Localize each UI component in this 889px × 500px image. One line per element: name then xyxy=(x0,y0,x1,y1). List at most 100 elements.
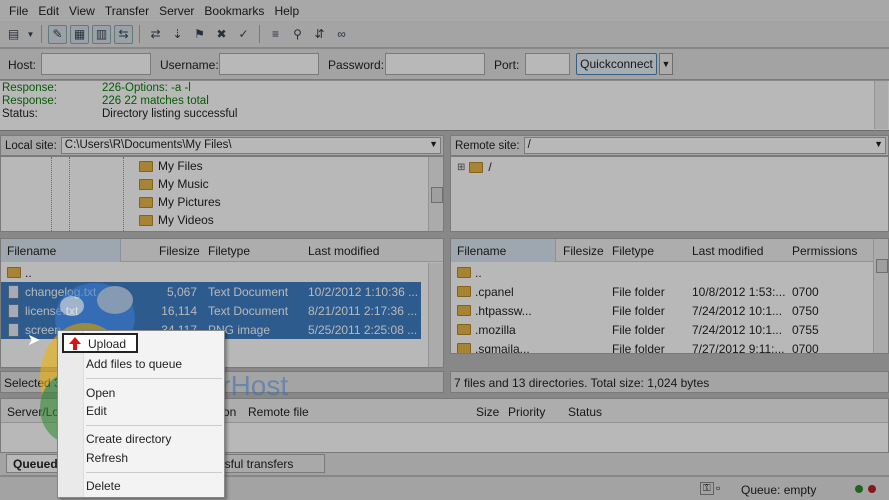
toolbar-divider xyxy=(139,25,140,43)
cancel-icon[interactable]: ⚑ xyxy=(190,25,209,44)
context-menu-gutter xyxy=(58,331,84,497)
menu-transfer[interactable]: Transfer xyxy=(100,4,154,18)
directory-listing-filters-icon[interactable]: ≡ xyxy=(266,25,285,44)
cell-last-modified: 7/24/2012 10:1... xyxy=(692,323,783,337)
port-label: Port: xyxy=(494,58,520,72)
table-row[interactable]: .. xyxy=(1,263,421,282)
toggle-queue-icon[interactable]: ⇆ xyxy=(114,24,133,44)
compare-directories-icon[interactable]: ⚲ xyxy=(288,25,307,44)
password-input[interactable] xyxy=(385,53,485,75)
table-row[interactable]: .htpassw... File folder 7/24/2012 10:1..… xyxy=(451,301,871,320)
search-files-icon[interactable]: ∞ xyxy=(332,25,351,44)
column-priority[interactable]: Priority xyxy=(508,405,545,419)
cell-filename: changelog.txt xyxy=(25,285,97,299)
host-input[interactable] xyxy=(41,53,151,75)
synchronized-browsing-icon[interactable]: ⇵ xyxy=(310,25,329,44)
quickconnect-dropdown-icon[interactable]: ▼ xyxy=(659,53,673,75)
context-upload-item[interactable]: Upload xyxy=(62,333,138,353)
tree-item-label: My Videos xyxy=(158,213,214,227)
remote-status-text: 7 files and 13 directories. Total size: … xyxy=(454,376,710,390)
log-scrollbar[interactable] xyxy=(874,81,888,129)
context-edit-item[interactable]: Edit xyxy=(86,404,107,418)
activity-led-icon xyxy=(868,485,876,493)
tab-queued-files[interactable]: Queued xyxy=(6,454,65,473)
column-filetype[interactable]: Filetype xyxy=(208,244,250,258)
column-remote-file[interactable]: Remote file xyxy=(248,405,309,419)
local-list-scrollbar[interactable] xyxy=(428,263,443,367)
column-filename[interactable]: Filename xyxy=(7,244,56,258)
disconnect-icon[interactable]: ✖ xyxy=(212,25,231,44)
menu-bookmarks[interactable]: Bookmarks xyxy=(199,4,269,18)
tree-item[interactable]: My Music xyxy=(139,175,209,193)
menu-server[interactable]: Server xyxy=(154,4,199,18)
scrollbar-thumb[interactable] xyxy=(876,259,888,273)
log-key: Response: xyxy=(2,95,57,107)
process-queue-icon[interactable]: ⇣ xyxy=(168,25,187,44)
table-row[interactable]: .sqmaila... File folder 7/27/2012 9:11:.… xyxy=(451,339,871,353)
username-input[interactable] xyxy=(219,53,319,75)
local-path-input[interactable]: C:\Users\R\Documents\My Files\ ▼ xyxy=(60,137,441,154)
folder-icon xyxy=(139,178,153,190)
folder-icon xyxy=(469,161,484,173)
expand-icon[interactable]: ⊞ xyxy=(457,162,465,173)
tree-item[interactable]: My Pictures xyxy=(139,193,221,211)
port-input[interactable] xyxy=(525,53,570,75)
folder-icon xyxy=(139,160,153,172)
column-status[interactable]: Status xyxy=(568,405,602,419)
column-server-local-file[interactable]: Server/Lo xyxy=(7,405,59,419)
cell-permissions: 0750 xyxy=(792,304,819,318)
toggle-remote-tree-icon[interactable]: ▥ xyxy=(92,24,111,44)
upload-label: Upload xyxy=(88,337,127,351)
reconnect-icon[interactable]: ✓ xyxy=(234,25,253,44)
scrollbar-thumb[interactable] xyxy=(431,187,443,203)
column-filesize[interactable]: Filesize xyxy=(563,244,604,258)
table-row[interactable]: changelog.txt 5,067 Text Document 10/2/2… xyxy=(1,282,421,301)
chevron-down-icon[interactable]: ▼ xyxy=(429,139,438,149)
menu-file[interactable]: File xyxy=(4,4,33,18)
column-direction[interactable]: on xyxy=(223,405,236,419)
local-tree-scrollbar[interactable] xyxy=(428,157,443,231)
table-row[interactable]: .. xyxy=(451,263,871,282)
table-row[interactable]: license.txt 16,114 Text Document 8/21/20… xyxy=(1,301,421,320)
remote-path-text: / xyxy=(527,139,531,151)
folder-icon xyxy=(7,267,21,278)
table-row[interactable]: .cpanel File folder 10/8/2012 1:53:... 0… xyxy=(451,282,871,301)
column-filesize[interactable]: Filesize xyxy=(159,244,200,258)
cell-filesize: 16,114 xyxy=(161,304,197,318)
tree-item[interactable]: My Files xyxy=(139,157,203,175)
tree-item[interactable]: ⊞ / xyxy=(457,158,492,176)
table-row[interactable]: .mozilla File folder 7/24/2012 10:1... 0… xyxy=(451,320,871,339)
menu-divider xyxy=(86,378,222,379)
context-create-directory-item[interactable]: Create directory xyxy=(86,432,171,446)
menu-edit[interactable]: Edit xyxy=(33,4,64,18)
text-file-icon xyxy=(8,285,19,299)
quickconnect-button[interactable]: Quickconnect xyxy=(576,53,657,75)
site-manager-icon[interactable]: ▤ xyxy=(4,25,23,44)
remote-site-bar: Remote site: / ▼ xyxy=(450,135,889,156)
refresh-icon[interactable]: ⇄ xyxy=(146,25,165,44)
toggle-log-icon[interactable]: ✎ xyxy=(48,24,67,44)
queue-status: Queue: empty xyxy=(741,483,817,497)
toggle-local-tree-icon[interactable]: ▦ xyxy=(70,24,89,44)
column-permissions[interactable]: Permissions xyxy=(792,244,857,258)
chevron-down-icon[interactable]: ▼ xyxy=(874,139,883,149)
column-last-modified[interactable]: Last modified xyxy=(308,244,379,258)
tree-item[interactable]: My Videos xyxy=(139,211,214,229)
menu-view[interactable]: View xyxy=(64,4,100,18)
tree-item-label: My Files xyxy=(158,159,203,173)
context-refresh-item[interactable]: Refresh xyxy=(86,451,128,465)
context-delete-item[interactable]: Delete xyxy=(86,479,121,493)
column-last-modified[interactable]: Last modified xyxy=(692,244,763,258)
menu-help[interactable]: Help xyxy=(269,4,304,18)
column-filetype[interactable]: Filetype xyxy=(612,244,654,258)
remote-file-list: Filename Filesize Filetype Last modified… xyxy=(450,238,889,354)
menu-bar: File Edit View Transfer Server Bookmarks… xyxy=(0,0,889,21)
upload-arrow-icon xyxy=(69,337,81,344)
remote-path-input[interactable]: / ▼ xyxy=(523,137,886,154)
column-size[interactable]: Size xyxy=(476,405,499,419)
context-open-item[interactable]: Open xyxy=(86,386,115,400)
context-add-to-queue-item[interactable]: Add files to queue xyxy=(86,357,182,371)
column-filename[interactable]: Filename xyxy=(457,244,506,258)
remote-list-scrollbar[interactable] xyxy=(873,239,888,353)
site-manager-dropdown-icon[interactable]: ▼ xyxy=(26,25,35,44)
